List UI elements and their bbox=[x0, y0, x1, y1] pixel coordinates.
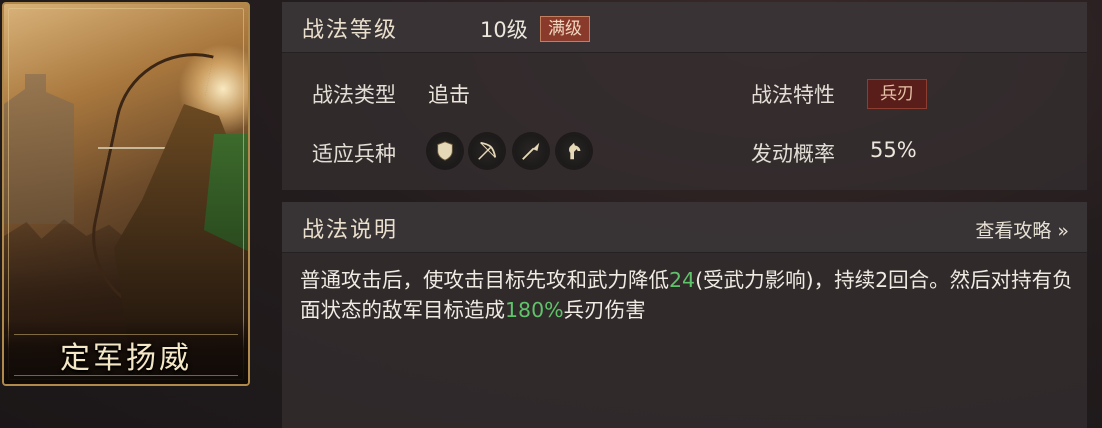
rate-label: 发动概率 bbox=[751, 142, 835, 166]
view-guide-link[interactable]: 查看攻略 » bbox=[975, 216, 1069, 243]
max-level-badge: 满级 bbox=[540, 16, 590, 42]
tactic-description-panel: 战法说明 查看攻略 » 普通攻击后，使攻击目标先攻和武力降低24(受武力影响)，… bbox=[282, 202, 1087, 428]
trait-label: 战法特性 bbox=[751, 83, 835, 107]
type-label: 战法类型 bbox=[312, 83, 396, 107]
level-value: 10级 bbox=[480, 18, 528, 42]
tactic-card: 定军扬威 bbox=[2, 2, 250, 386]
level-header: 战法等级 10级 满级 bbox=[282, 2, 1087, 53]
description-title: 战法说明 bbox=[302, 218, 399, 243]
horse-icon[interactable] bbox=[557, 134, 591, 168]
rate-value: 55% bbox=[870, 138, 917, 162]
tactic-description: 普通攻击后，使攻击目标先攻和武力降低24(受武力影响)，持续2回合。然后对持有负… bbox=[300, 265, 1080, 325]
desc-text-1: 普通攻击后，使攻击目标先攻和武力降低 bbox=[300, 268, 669, 292]
shield-icon[interactable] bbox=[428, 134, 462, 168]
description-header: 战法说明 查看攻略 » bbox=[282, 202, 1087, 253]
trait-badge: 兵刃 bbox=[867, 79, 927, 109]
bow-icon[interactable] bbox=[470, 134, 504, 168]
spear-icon[interactable] bbox=[514, 134, 548, 168]
desc-highlight-debuff: 24 bbox=[669, 268, 696, 292]
card-title-band: 定军扬威 bbox=[4, 320, 248, 384]
card-name: 定军扬威 bbox=[60, 341, 192, 376]
tactic-info-panel: 战法等级 10级 满级 战法类型 追击 战法特性 兵刃 适应兵种 发动概率 55… bbox=[282, 2, 1087, 190]
troop-label: 适应兵种 bbox=[312, 142, 396, 166]
type-value: 追击 bbox=[428, 83, 470, 107]
level-title: 战法等级 bbox=[302, 18, 399, 43]
desc-text-3: 兵刃伤害 bbox=[563, 298, 646, 322]
desc-highlight-damage: 180% bbox=[505, 298, 564, 322]
